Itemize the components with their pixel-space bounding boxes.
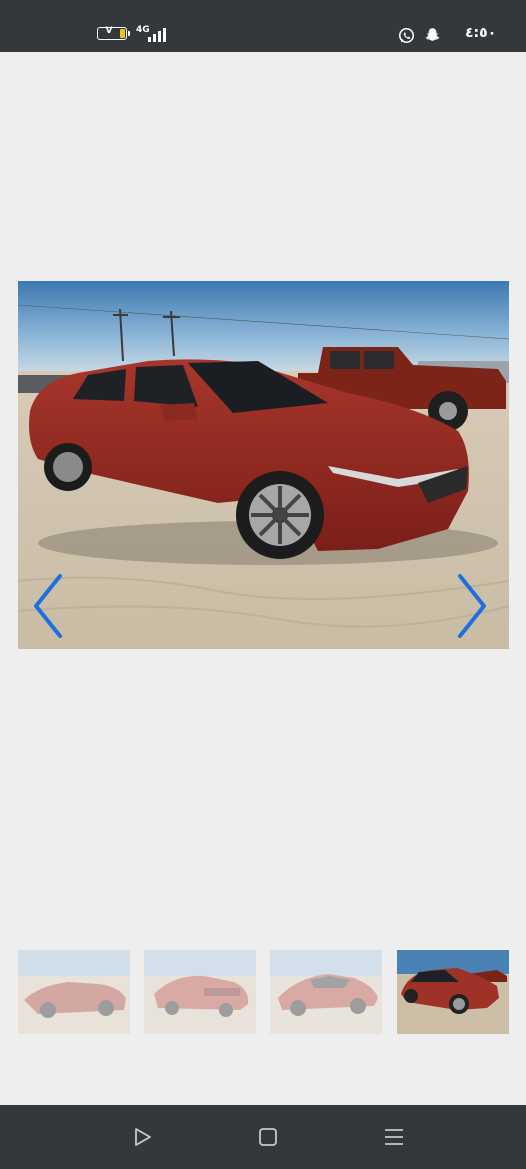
previous-photo-button[interactable] [28,572,68,642]
clock: ٤:٥٠ [465,25,497,41]
red-sedan-photo [18,281,509,649]
battery-icon: V [97,26,130,40]
system-nav-bar [0,1105,526,1169]
chevron-left-icon [34,574,62,638]
back-icon[interactable] [131,1125,155,1149]
status-bar: V 4G ٤:٥٠ [0,0,526,52]
thumbnail-strip [18,950,509,1034]
thumbnail-front-quarter[interactable] [397,950,509,1034]
snapchat-icon [425,28,440,41]
whatsapp-icon [398,27,415,44]
recents-icon[interactable] [382,1125,406,1149]
chevron-right-icon [458,574,486,638]
main-photo[interactable] [18,281,509,649]
thumbnail-side[interactable] [270,950,382,1034]
next-photo-button[interactable] [452,572,492,642]
home-icon[interactable] [256,1125,280,1149]
battery-label: V [105,26,113,36]
signal-icon [148,28,166,42]
thumbnail-rear-quarter[interactable] [18,950,130,1034]
thumbnail-rear[interactable] [144,950,256,1034]
